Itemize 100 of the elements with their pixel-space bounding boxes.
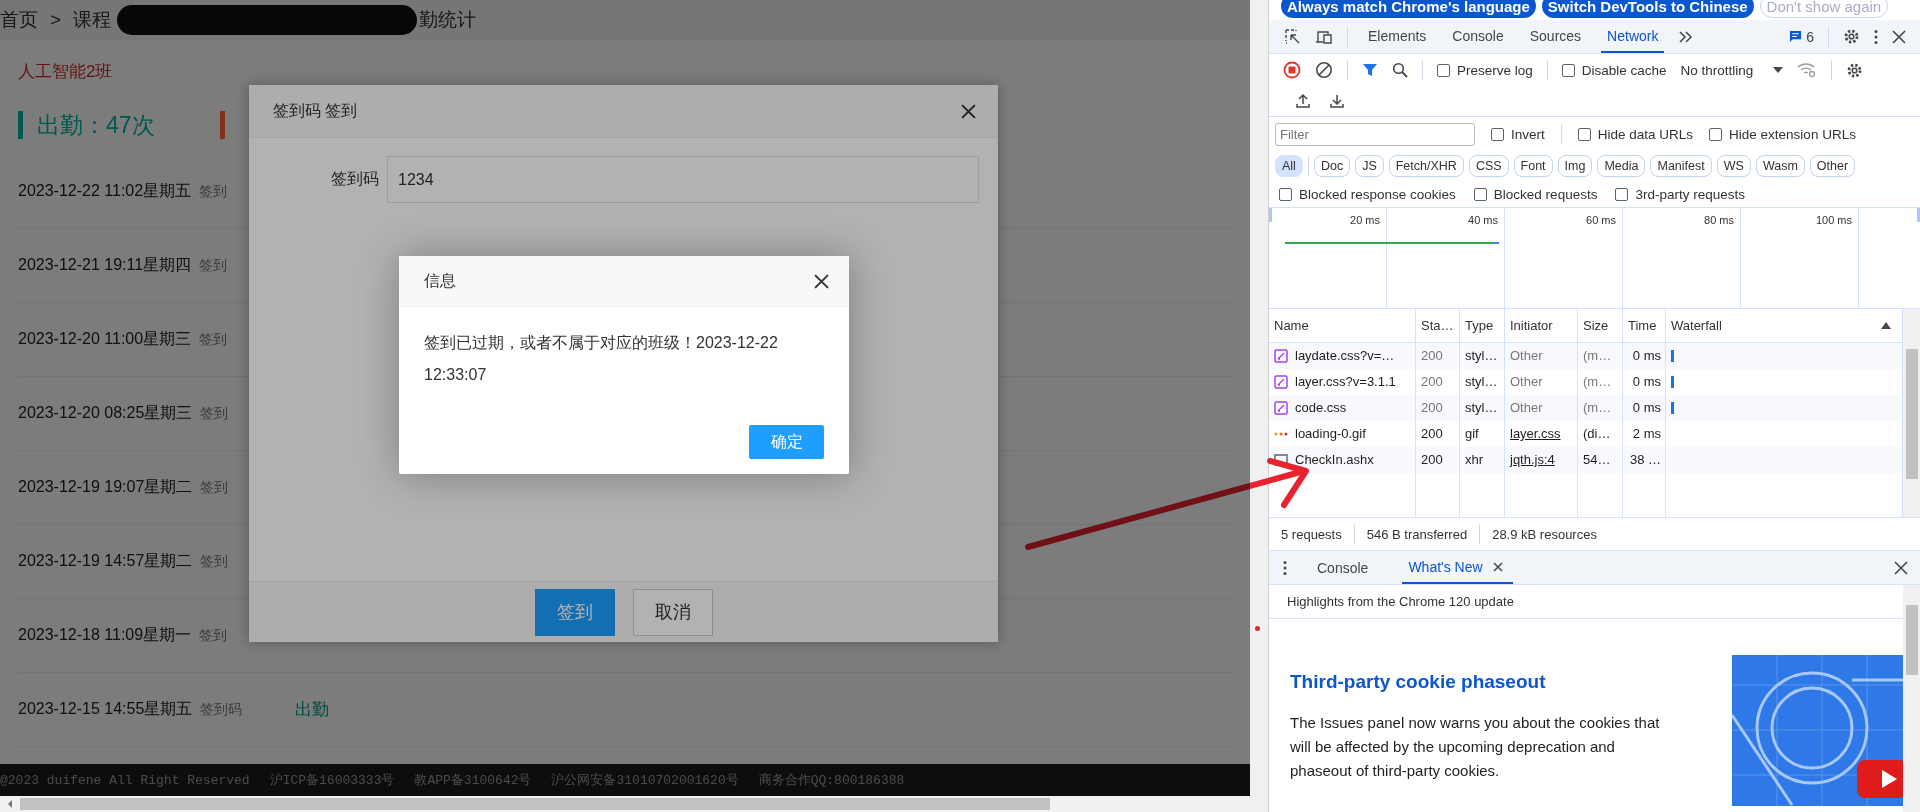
checkbox[interactable] — [1437, 63, 1450, 77]
initiator-link[interactable]: jqth.js:4 — [1510, 447, 1555, 473]
record-datetime: 2023-12-20 11:00星期三 — [18, 329, 192, 349]
type-filter-chip[interactable]: CSS — [1468, 155, 1509, 177]
breadcrumb-current: 勤统计 — [419, 8, 477, 32]
column-header[interactable]: Type — [1460, 309, 1505, 342]
infobar-button[interactable]: Always match Chrome's language — [1281, 0, 1536, 18]
initiator-cell-text: Other — [1510, 399, 1543, 417]
vertical-scrollbar[interactable] — [1903, 309, 1920, 517]
devtools-tab[interactable]: Console — [1446, 20, 1510, 53]
settings-icon[interactable] — [1843, 28, 1860, 45]
more-options-icon[interactable] — [1283, 559, 1287, 576]
type-filter-chip[interactable]: Manifest — [1650, 155, 1712, 177]
type-filter-chip[interactable]: JS — [1355, 155, 1384, 177]
size-cell: (m… — [1578, 395, 1623, 421]
summary-text: 28.9 kB resources — [1492, 526, 1597, 542]
devtools-tab[interactable]: Network — [1601, 20, 1665, 53]
scroll-left-icon[interactable] — [6, 800, 14, 808]
checkbox[interactable] — [1709, 127, 1723, 141]
request-name[interactable]: CheckIn.ashx — [1295, 447, 1374, 473]
more-tabs-icon[interactable] — [1678, 30, 1695, 43]
issues-button[interactable]: 6 — [1789, 28, 1814, 45]
drawer-tab[interactable]: What's New — [1402, 551, 1513, 584]
type-cell: styl… — [1460, 343, 1505, 369]
network-conditions-icon[interactable] — [1797, 62, 1818, 78]
horizontal-scrollbar[interactable] — [0, 796, 1250, 812]
type-cell: styl… — [1460, 395, 1505, 421]
request-name[interactable]: layer.css?v=3.1.1 — [1295, 369, 1396, 395]
record-method: 签到 — [199, 182, 229, 201]
stylesheet-icon — [1274, 349, 1288, 363]
more-options-icon[interactable] — [1874, 28, 1878, 45]
devtools-tab[interactable]: Sources — [1523, 20, 1588, 53]
throttling-select[interactable]: No throttling — [1680, 62, 1784, 78]
footer-text: @2023 duifene All Right Reserved — [0, 772, 250, 788]
type-filter-chip[interactable]: All — [1275, 155, 1303, 177]
column-header[interactable]: Initiator — [1505, 309, 1578, 342]
record-method: 签到 — [200, 478, 230, 497]
checkbox[interactable] — [1491, 127, 1504, 141]
time-cell: 0 ms — [1623, 395, 1666, 421]
record-datetime: 2023-12-21 19:11星期四 — [18, 255, 192, 275]
record-datetime: 2023-12-22 11:02星期五 — [18, 181, 192, 201]
type-filter-chip[interactable]: Font — [1513, 155, 1553, 177]
summary-text: 546 B transferred — [1366, 526, 1468, 542]
column-header[interactable]: Size — [1578, 309, 1623, 342]
checkbox[interactable] — [1561, 63, 1575, 77]
column-header[interactable]: Time — [1623, 309, 1666, 342]
checkbox[interactable] — [1473, 187, 1487, 201]
download-icon[interactable] — [1329, 93, 1345, 109]
record-datetime: 2023-12-19 19:07星期二 — [18, 477, 193, 497]
record-datetime: 2023-12-18 11:09星期一 — [18, 625, 192, 645]
cancel-button[interactable]: 取消 — [632, 588, 713, 636]
initiator-link[interactable]: layer.css — [1510, 421, 1561, 447]
column-header[interactable]: Name — [1269, 309, 1416, 342]
drawer-tab[interactable]: Console — [1311, 551, 1379, 584]
settings-icon[interactable] — [1846, 61, 1864, 79]
vertical-scrollbar[interactable] — [1903, 585, 1920, 812]
devtools-tab[interactable]: Elements — [1362, 20, 1433, 53]
record-icon[interactable] — [1283, 61, 1301, 79]
infobar-button[interactable]: Switch DevTools to Chinese — [1541, 0, 1754, 18]
status-cell: 200 — [1416, 395, 1460, 421]
close-icon[interactable] — [1894, 560, 1908, 575]
type-filter-chip[interactable]: Img — [1557, 155, 1593, 177]
checkbox[interactable] — [1615, 187, 1629, 201]
device-icon[interactable] — [1315, 28, 1333, 45]
filter-field[interactable]: Filter — [1275, 122, 1475, 146]
type-filter-chip[interactable]: Media — [1597, 155, 1646, 177]
checkbox[interactable] — [1577, 127, 1591, 141]
code-input-field[interactable]: 1234 — [387, 156, 979, 203]
dialog-title: 信息 — [424, 270, 456, 291]
close-icon[interactable] — [1492, 561, 1503, 572]
filter-icon[interactable] — [1362, 62, 1378, 78]
type-filter-chip[interactable]: Other — [1809, 155, 1856, 177]
close-icon[interactable] — [814, 273, 829, 289]
request-name[interactable]: loading-0.gif — [1295, 421, 1366, 447]
record-method: 签到 — [200, 404, 230, 423]
stat-label: 出勤：47次 — [37, 110, 155, 140]
close-icon[interactable] — [961, 103, 976, 119]
field-label: 签到码 — [330, 169, 379, 189]
request-name[interactable]: code.css — [1295, 395, 1347, 421]
close-icon[interactable] — [1892, 29, 1906, 44]
request-name[interactable]: laydate.css?v=… — [1295, 343, 1395, 369]
dialog-title: 签到码 签到 — [273, 100, 358, 121]
checkbox[interactable] — [1279, 187, 1292, 201]
sort-icon[interactable] — [1881, 322, 1891, 329]
clear-icon[interactable] — [1315, 61, 1333, 79]
type-filter-chip[interactable]: Wasm — [1755, 155, 1805, 177]
annotation-dot — [1255, 626, 1260, 631]
type-filter-chip[interactable]: WS — [1716, 155, 1751, 177]
tick-label: 40 ms — [1468, 214, 1498, 228]
initiator-cell-text: Other — [1510, 373, 1543, 391]
search-icon[interactable] — [1392, 62, 1408, 78]
checkbox-label: Disable cache — [1581, 62, 1667, 78]
inspect-icon[interactable] — [1285, 28, 1301, 45]
upload-icon[interactable] — [1295, 93, 1311, 109]
breadcrumb-link[interactable]: 首页 — [0, 7, 38, 33]
type-filter-chip[interactable]: Doc — [1313, 155, 1351, 177]
column-header[interactable]: Sta… — [1416, 309, 1460, 342]
article-title[interactable]: Third-party cookie phaseout — [1290, 671, 1680, 693]
breadcrumb-link[interactable]: 课程 — [73, 7, 112, 33]
type-filter-chip[interactable]: Fetch/XHR — [1388, 155, 1464, 177]
